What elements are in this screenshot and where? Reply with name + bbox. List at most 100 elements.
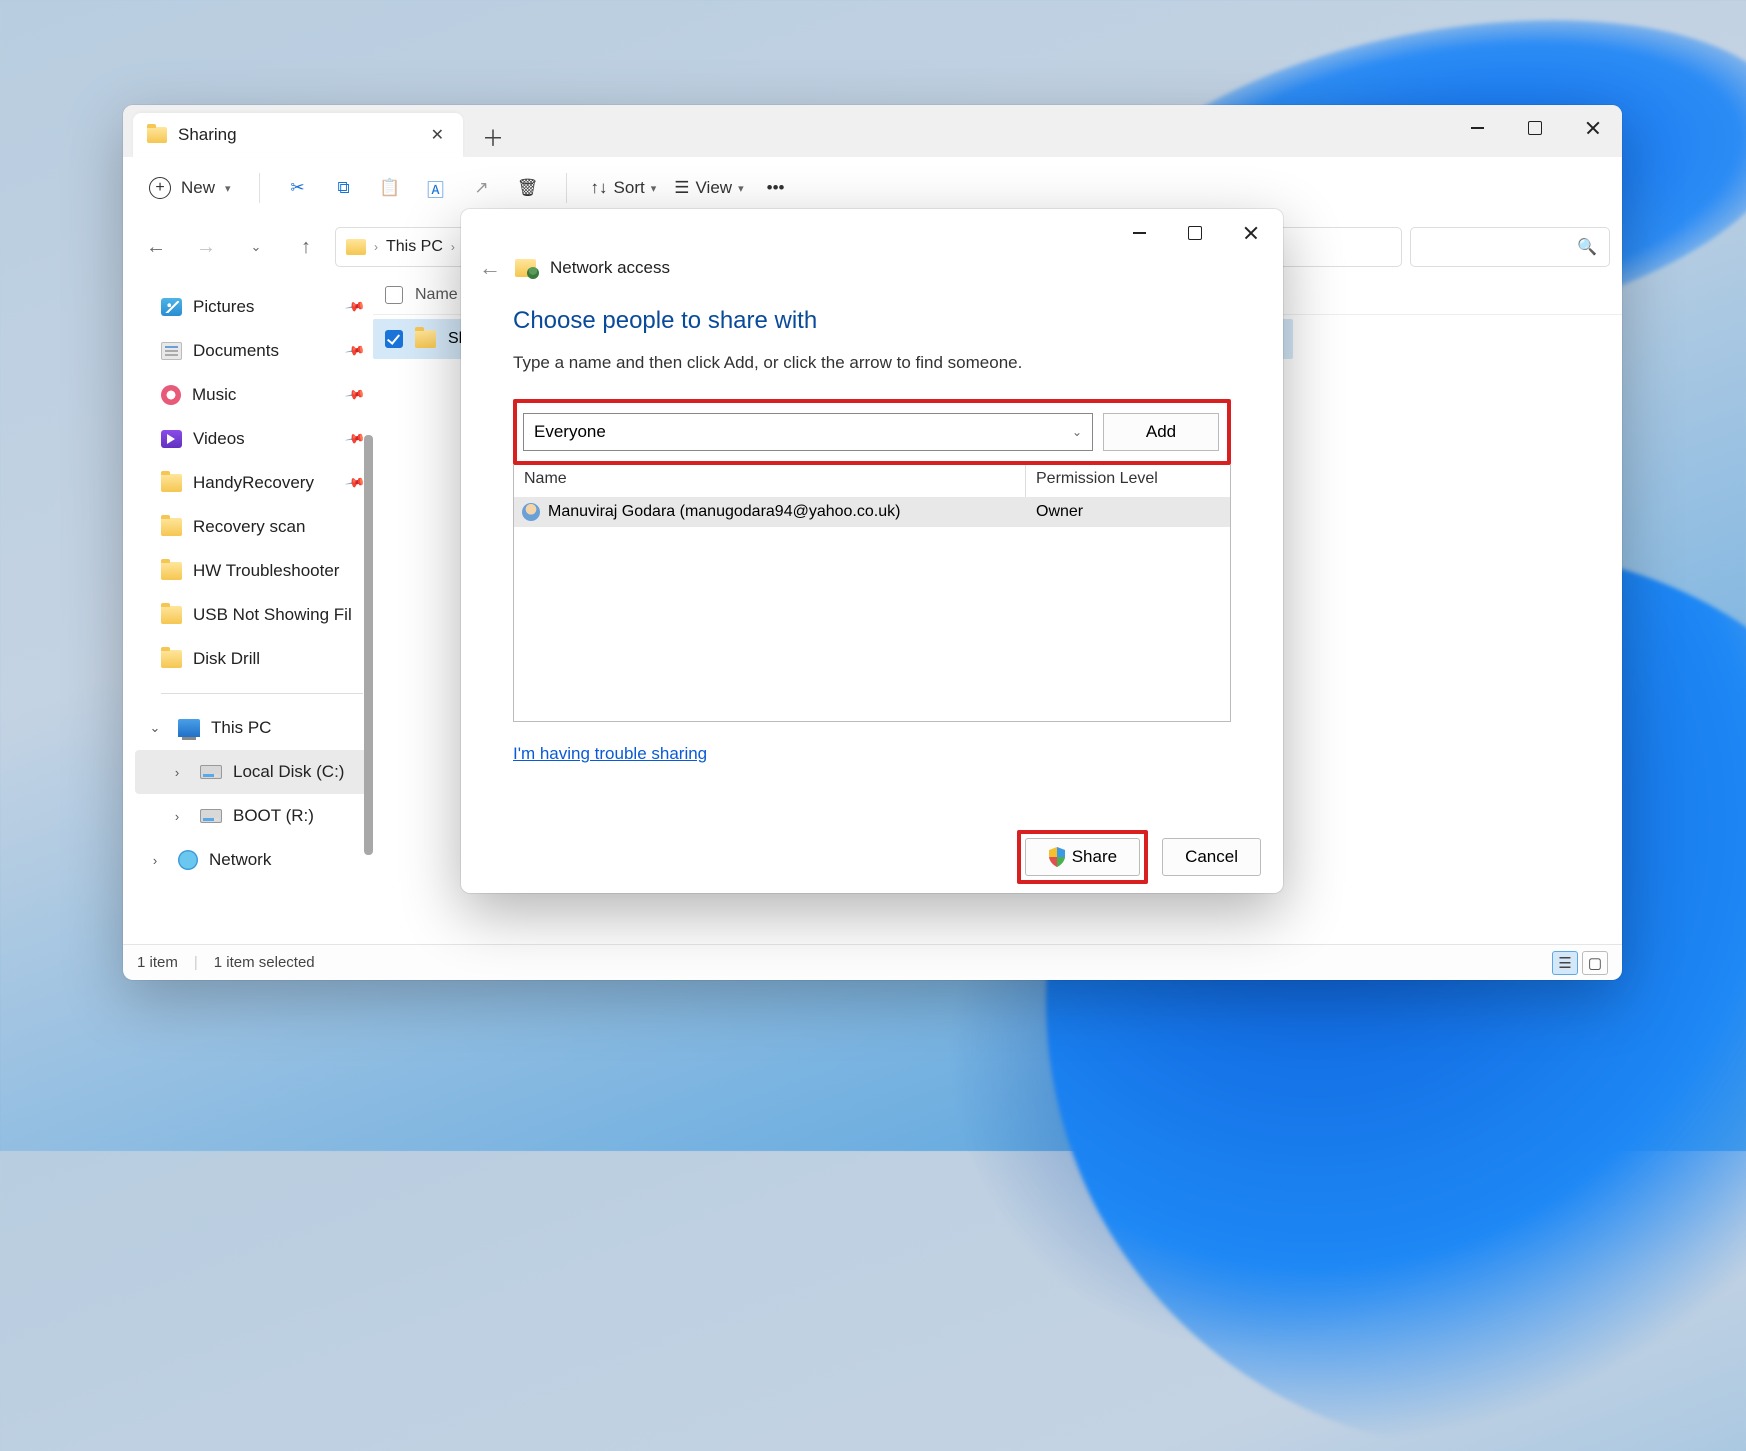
- chevron-right-icon[interactable]: ›: [165, 809, 189, 824]
- people-combobox[interactable]: Everyone ⌄: [523, 413, 1093, 451]
- sidebar-item-music[interactable]: Music 📌: [135, 373, 373, 417]
- chevron-right-icon[interactable]: ›: [165, 765, 189, 780]
- network-access-dialog: ← Network access Choose people to share …: [461, 209, 1283, 893]
- sidebar-item-boot-r[interactable]: › BOOT (R:): [135, 794, 373, 838]
- forward-button[interactable]: →: [185, 226, 227, 268]
- sidebar-item-pictures[interactable]: Pictures 📌: [135, 285, 373, 329]
- folder-icon: [161, 518, 182, 536]
- search-icon: 🔍: [1577, 237, 1597, 257]
- pin-icon: 📌: [344, 428, 366, 450]
- pin-icon: 📌: [344, 472, 366, 494]
- add-person-row: Everyone ⌄ Add: [513, 399, 1231, 465]
- folder-icon: [415, 330, 436, 348]
- sidebar-item-disk-drill[interactable]: Disk Drill: [135, 637, 373, 681]
- sidebar-item-videos[interactable]: Videos 📌: [135, 417, 373, 461]
- view-button[interactable]: ☰ View ▾: [668, 168, 749, 208]
- chevron-right-icon: ›: [451, 240, 455, 254]
- back-icon[interactable]: ←: [479, 255, 501, 281]
- dialog-close-button[interactable]: [1223, 213, 1279, 253]
- sidebar-item-handyrecovery[interactable]: HandyRecovery 📌: [135, 461, 373, 505]
- share-folder-icon: [515, 259, 536, 277]
- column-name-header[interactable]: Name: [514, 465, 1026, 497]
- up-button[interactable]: ↑: [285, 226, 327, 268]
- share-button[interactable]: Share: [1025, 838, 1140, 876]
- chevron-down-icon: ▾: [225, 182, 231, 195]
- tab-sharing[interactable]: Sharing ✕: [133, 113, 463, 157]
- dialog-footer: Share Cancel: [461, 821, 1283, 893]
- copy-button[interactable]: ⧉: [324, 168, 364, 208]
- view-icon: ☰: [674, 178, 689, 198]
- rename-button[interactable]: 🄰: [416, 168, 456, 208]
- folder-icon: [161, 562, 182, 580]
- delete-button[interactable]: 🗑: [508, 168, 548, 208]
- share-button[interactable]: ↗: [462, 168, 502, 208]
- item-checkbox[interactable]: [385, 330, 403, 348]
- cut-button[interactable]: ✂: [278, 168, 318, 208]
- status-selection: 1 item selected: [214, 954, 315, 971]
- new-tab-button[interactable]: ＋: [473, 117, 513, 157]
- chevron-right-icon: ›: [374, 240, 378, 254]
- recent-button[interactable]: ⌄: [235, 226, 277, 268]
- dialog-subtitle: Type a name and then click Add, or click…: [513, 353, 1231, 373]
- sidebar-item-hw-troubleshooter[interactable]: HW Troubleshooter: [135, 549, 373, 593]
- user-icon: [522, 503, 540, 521]
- sidebar-item-usb-not-showing[interactable]: USB Not Showing Fil: [135, 593, 373, 637]
- select-all-checkbox[interactable]: [385, 286, 403, 304]
- minimize-button[interactable]: [1448, 105, 1506, 151]
- sort-button[interactable]: ↑↓ Sort ▾: [585, 168, 663, 208]
- sidebar-item-network[interactable]: › Network: [135, 838, 373, 882]
- breadcrumb-this-pc[interactable]: This PC: [386, 238, 443, 256]
- dialog-heading: Choose people to share with: [513, 307, 1231, 335]
- column-name[interactable]: Name: [415, 286, 458, 304]
- close-window-button[interactable]: [1564, 105, 1622, 151]
- drive-icon: [200, 809, 222, 823]
- close-tab-icon[interactable]: ✕: [426, 120, 449, 150]
- sidebar: Pictures 📌 Documents 📌 Music 📌 Videos 📌: [123, 275, 373, 944]
- titlebar: Sharing ✕ ＋: [123, 105, 1622, 157]
- chevron-down-icon: ▾: [651, 182, 657, 195]
- table-row[interactable]: Manuviraj Godara (manugodara94@yahoo.co.…: [514, 497, 1230, 527]
- details-view-button[interactable]: ☰: [1552, 951, 1578, 975]
- dialog-nav: ← Network access: [461, 251, 1283, 285]
- documents-icon: [161, 342, 182, 360]
- music-icon: [161, 385, 181, 405]
- folder-icon: [161, 650, 182, 668]
- maximize-button[interactable]: [1506, 105, 1564, 151]
- sidebar-item-local-disk-c[interactable]: › Local Disk (C:): [135, 750, 373, 794]
- search-input[interactable]: 🔍: [1410, 227, 1610, 267]
- pin-icon: 📌: [344, 340, 366, 362]
- back-button[interactable]: ←: [135, 226, 177, 268]
- thumbnails-view-button[interactable]: ▢: [1582, 951, 1608, 975]
- dialog-title: Network access: [550, 258, 670, 278]
- dialog-minimize-button[interactable]: [1111, 213, 1167, 253]
- dialog-titlebar: [461, 209, 1283, 257]
- trouble-sharing-link[interactable]: I'm having trouble sharing: [513, 744, 1231, 764]
- folder-icon: [161, 606, 182, 624]
- chevron-down-icon: ⌄: [1072, 425, 1082, 439]
- status-item-count: 1 item: [137, 954, 178, 971]
- folder-icon: [161, 474, 182, 492]
- chevron-right-icon[interactable]: ›: [143, 853, 167, 868]
- sidebar-scrollbar[interactable]: [364, 435, 373, 855]
- uac-shield-icon: [1048, 847, 1066, 867]
- drive-icon: [200, 765, 222, 779]
- column-permission-header[interactable]: Permission Level: [1026, 465, 1230, 497]
- dialog-maximize-button[interactable]: [1167, 213, 1223, 253]
- network-icon: [178, 850, 198, 870]
- paste-button[interactable]: 📋: [370, 168, 410, 208]
- chevron-down-icon[interactable]: ⌄: [143, 720, 167, 736]
- status-bar: 1 item | 1 item selected ☰ ▢: [123, 944, 1622, 980]
- pin-icon: 📌: [344, 296, 366, 318]
- cancel-button[interactable]: Cancel: [1162, 838, 1261, 876]
- new-button[interactable]: + New ▾: [139, 168, 241, 208]
- more-button[interactable]: •••: [756, 168, 796, 208]
- folder-icon: [147, 127, 167, 143]
- sort-icon: ↑↓: [591, 178, 608, 198]
- sidebar-item-recovery-scan[interactable]: Recovery scan: [135, 505, 373, 549]
- pictures-icon: [161, 298, 182, 316]
- add-button[interactable]: Add: [1103, 413, 1219, 451]
- sidebar-item-documents[interactable]: Documents 📌: [135, 329, 373, 373]
- plus-circle-icon: +: [149, 177, 171, 199]
- sidebar-item-this-pc[interactable]: ⌄ This PC: [135, 706, 373, 750]
- videos-icon: [161, 430, 182, 448]
